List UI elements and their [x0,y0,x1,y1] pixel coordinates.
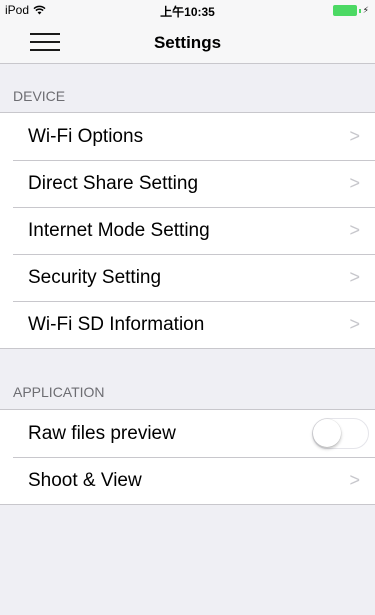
battery-icon [332,5,357,16]
row-label: Direct Share Setting [28,173,199,194]
chevron-right-icon: > [349,314,360,334]
section-header-device: DEVICE [13,88,66,104]
row-label: Wi-Fi SD Information [28,314,205,335]
page-title: Settings [153,33,222,52]
row-label: Wi-Fi Options [28,126,144,147]
settings-row-direct-share[interactable]: Direct Share Setting > [0,160,375,207]
status-bar: iPod 上午10:35 ⚡ [0,0,375,20]
row-label: Shoot & View [28,470,142,491]
section-header-application: APPLICATION [13,384,105,400]
status-right: ⚡ [332,5,369,16]
settings-row-wifi-options[interactable]: Wi-Fi Options > [0,113,375,160]
settings-row-shoot-and-view[interactable]: Shoot & View > [0,457,375,504]
charging-bolt-icon: ⚡ [362,5,369,15]
nav-bar: Settings [0,20,375,64]
chevron-right-icon: > [349,126,360,146]
chevron-right-icon: > [349,470,360,490]
battery-tip [358,8,361,13]
device-settings-group: Wi-Fi Options > Direct Share Setting > I… [0,112,375,349]
raw-preview-toggle[interactable] [312,418,369,449]
settings-row-raw-files-preview: Raw files preview [0,410,375,457]
settings-row-wifi-sd-info[interactable]: Wi-Fi SD Information > [0,301,375,348]
chevron-right-icon: > [349,267,360,287]
settings-row-internet-mode[interactable]: Internet Mode Setting > [0,207,375,254]
chevron-right-icon: > [349,173,360,193]
row-label: Security Setting [28,267,162,288]
row-label: Internet Mode Setting [28,220,210,241]
toggle-knob [313,419,341,447]
settings-row-security[interactable]: Security Setting > [0,254,375,301]
chevron-right-icon: > [349,220,360,240]
status-time: 上午10:35 [160,5,215,19]
row-label: Raw files preview [28,423,176,444]
application-settings-group: Raw files preview Shoot & View > [0,409,375,505]
